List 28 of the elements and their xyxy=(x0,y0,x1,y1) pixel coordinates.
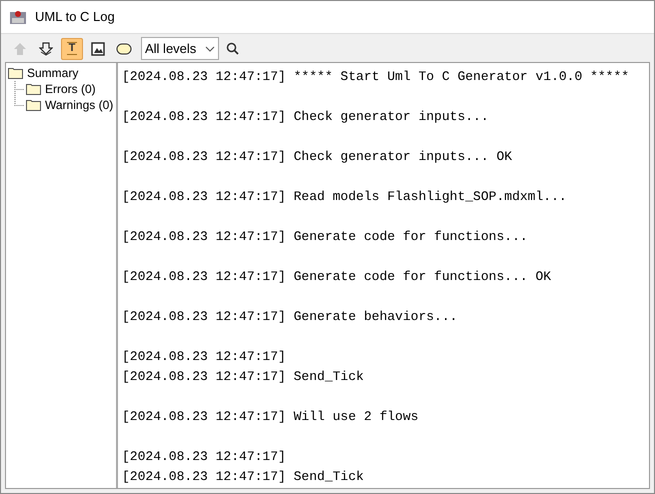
log-line: [2024.08.23 12:47:17] Check generator inputs... OK xyxy=(122,148,512,166)
tree-item[interactable]: Errors (0) xyxy=(45,80,96,98)
log-line: [2024.08.23 12:47:17] xyxy=(122,448,286,466)
folder-icon xyxy=(8,67,23,79)
level-dropdown[interactable]: All levels xyxy=(141,37,219,60)
down-arrow-icon xyxy=(39,42,53,56)
log-line: [2024.08.23 12:47:17] Read models Flashlight_SOP.mdxml... xyxy=(122,188,567,206)
log-line: [2024.08.23 12:47:17] Send_Tick xyxy=(122,468,364,486)
log-line: [2024.08.23 12:47:17] Generate behaviors... xyxy=(122,308,458,326)
rounded-rectangle-icon xyxy=(116,42,132,54)
folder-icon xyxy=(26,83,41,95)
image-icon xyxy=(91,42,105,56)
log-line: [2024.08.23 12:47:17] Send_Tick xyxy=(122,368,364,386)
app-icon xyxy=(9,9,27,25)
log-line: [2024.08.23 12:47:17] Will use 2 flows xyxy=(122,408,418,426)
log-line: [2024.08.23 12:47:17] xyxy=(122,348,286,366)
tree-item[interactable]: Summary xyxy=(27,64,78,82)
log-line: [2024.08.23 12:47:17] ***** Start Uml To C Generator v1.0.0 ***** xyxy=(122,68,630,86)
chevron-icon xyxy=(205,46,215,52)
up-arrow-icon xyxy=(13,42,27,56)
log-line: [2024.08.23 12:47:17] Generate code for functions... xyxy=(122,228,528,246)
log-line: [2024.08.23 12:47:17] Check generator inputs... xyxy=(122,108,489,126)
folder-icon xyxy=(26,99,41,111)
tree-item[interactable]: Warnings (0) xyxy=(45,96,114,114)
search-icon xyxy=(226,42,238,55)
log-line: [2024.08.23 12:47:17] Generate code for functions... OK xyxy=(122,268,552,286)
window-title: UML to C Log xyxy=(35,8,115,26)
toolbar-button[interactable]: T xyxy=(61,38,83,60)
